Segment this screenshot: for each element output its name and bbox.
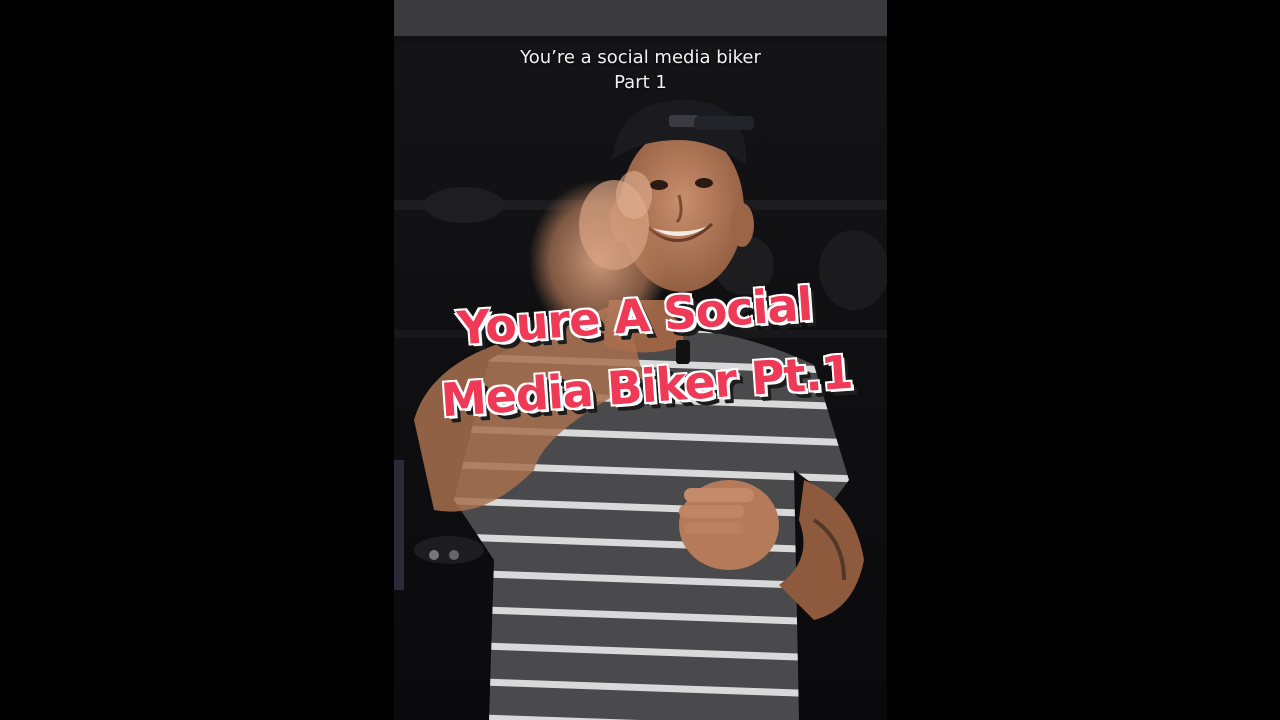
caption-line-2: Part 1: [614, 72, 667, 93]
video-frame[interactable]: You’re a social media biker Part 1 Youre…: [394, 0, 887, 720]
caption-line-1: You’re a social media biker: [520, 47, 761, 68]
video-stage: You’re a social media biker Part 1 Youre…: [0, 0, 1280, 720]
